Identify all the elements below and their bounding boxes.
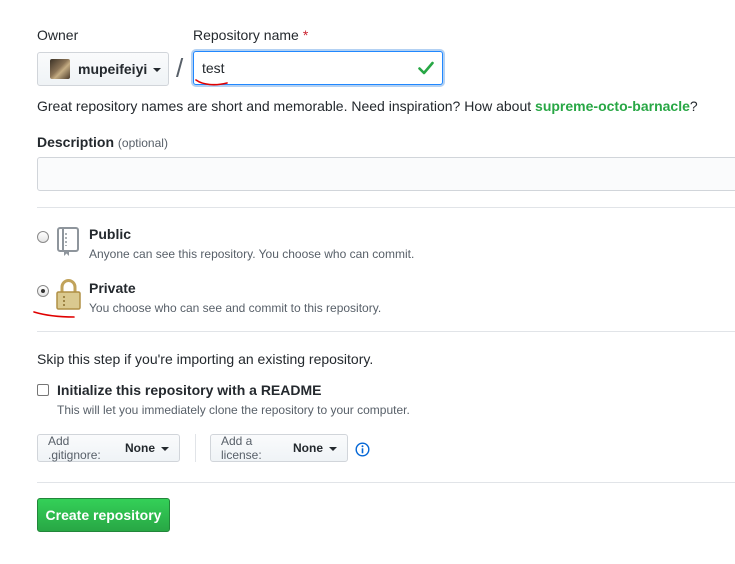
- owner-label: Owner: [37, 27, 79, 43]
- info-icon[interactable]: [355, 442, 370, 457]
- owner-repo-separator: /: [176, 53, 184, 83]
- owner-dropdown-button[interactable]: mupeifeiyi: [37, 52, 169, 86]
- repo-name-hint: Great repository names are short and mem…: [37, 98, 698, 114]
- license-label: Add a license:: [221, 434, 262, 462]
- divider: [37, 482, 735, 483]
- divider: [37, 207, 735, 208]
- hint-end: ?: [689, 98, 698, 114]
- name-suggestion-link[interactable]: supreme-octo-barnacle: [535, 98, 690, 114]
- check-icon: [418, 61, 434, 75]
- hint-text: Great repository names are short and mem…: [37, 98, 536, 114]
- readme-checkbox[interactable]: [37, 384, 49, 396]
- description-label: Description (optional): [37, 134, 168, 150]
- required-mark: *: [302, 27, 309, 43]
- license-value: None: [293, 441, 323, 455]
- description-input[interactable]: [37, 157, 735, 191]
- skip-step-text: Skip this step if you're importing an ex…: [37, 351, 374, 367]
- license-dropdown[interactable]: Add a license: None: [210, 434, 348, 462]
- public-description: Anyone can see this repository. You choo…: [89, 247, 415, 261]
- optional-tag: (optional): [117, 136, 168, 150]
- caret-down-icon: [161, 447, 169, 451]
- gitignore-value: None: [125, 441, 155, 455]
- readme-description: This will let you immediately clone the …: [57, 403, 410, 417]
- lock-icon: [56, 279, 81, 310]
- repo-icon: [57, 227, 79, 256]
- public-title: Public: [89, 226, 132, 242]
- private-title: Private: [89, 280, 136, 296]
- separator: [195, 434, 196, 462]
- public-radio[interactable]: [37, 231, 49, 243]
- create-repository-button[interactable]: Create repository: [37, 498, 170, 532]
- repo-name-label: Repository name *: [193, 27, 308, 43]
- caret-down-icon: [329, 447, 337, 451]
- owner-name: mupeifeiyi: [78, 61, 148, 77]
- annotation-underline: [33, 311, 75, 318]
- annotation-underline: [195, 79, 228, 86]
- avatar: [50, 59, 70, 79]
- readme-label[interactable]: Initialize this repository with a README: [57, 382, 321, 398]
- caret-down-icon: [153, 68, 162, 72]
- private-description: You choose who can see and commit to thi…: [89, 301, 382, 315]
- gitignore-dropdown[interactable]: Add .gitignore: None: [37, 434, 180, 462]
- gitignore-label: Add .gitignore:: [48, 434, 101, 462]
- private-radio[interactable]: [37, 285, 49, 297]
- repo-name-label-text: Repository name: [193, 27, 299, 43]
- description-label-text: Description: [37, 134, 115, 150]
- divider: [37, 331, 735, 332]
